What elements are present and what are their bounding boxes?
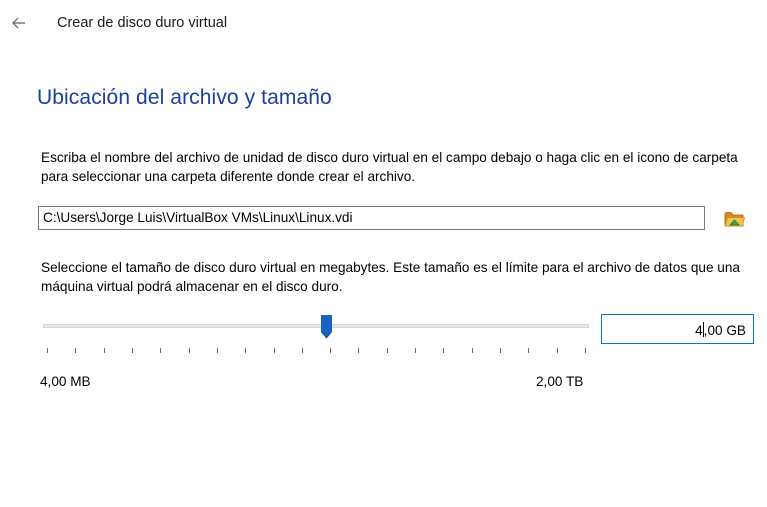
slider-tick [188,348,190,353]
slider-tick [358,348,360,353]
slider-tick [500,348,502,353]
folder-icon[interactable] [721,207,747,231]
create-virtual-disk-dialog: Crear de disco duro virtual Ubicación de… [0,0,767,507]
slider-tick [47,348,48,353]
slider-thumb[interactable] [321,315,333,339]
slider-tick [75,348,77,353]
slider-tick [330,348,332,353]
slider-tick [103,348,105,353]
slider-tick [273,348,275,353]
size-description: Seleccione el tamaño de disco duro virtu… [41,260,740,294]
disk-size-input[interactable]: 4,00 GB [601,314,754,344]
size-value-start: 4 [695,323,703,338]
back-arrow-icon[interactable] [8,12,30,34]
slider-tick [443,348,445,353]
range-min-label: 4,00 MB [40,374,91,389]
slider-tick [386,348,388,353]
file-path-input[interactable]: C:\Users\Jorge Luis\VirtualBox VMs\Linux… [38,206,705,230]
slider-tick [556,348,558,353]
slider-tick [415,348,417,353]
slider-tick [301,348,303,353]
slider-tick [160,348,162,353]
range-max-label: 2,00 TB [536,374,584,389]
slider-tick [245,348,247,353]
slider-tick [585,348,586,353]
slider-tick [216,348,218,353]
disk-size-slider[interactable] [38,315,594,371]
section-heading: Ubicación del archivo y tamaño [37,86,332,109]
dialog-title: Crear de disco duro virtual [57,15,228,31]
slider-tick [528,348,530,353]
slider-tick [471,348,473,353]
slider-track [43,324,589,328]
slider-tick [131,348,133,353]
file-location-description: Escriba el nombre del archivo de unidad … [41,150,738,184]
size-value-end: ,00 GB [703,323,746,338]
